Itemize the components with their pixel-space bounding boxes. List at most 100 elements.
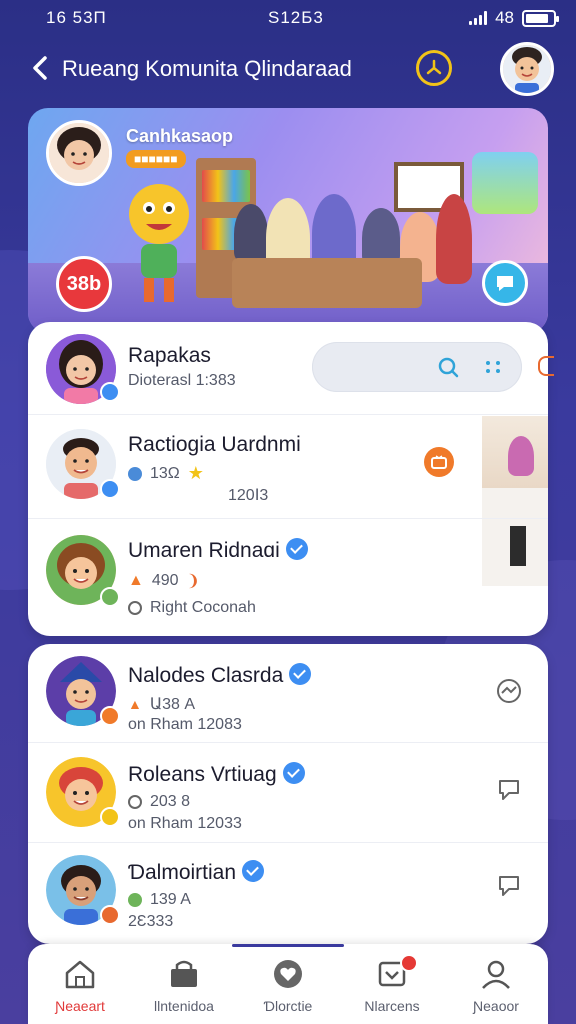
list-item[interactable]: Ractiogia Uardnmi 13Ω ★ 120Ⅰ3 xyxy=(28,414,548,518)
verified-badge-icon xyxy=(100,382,120,402)
member-meta-2: on Rham 12033 xyxy=(128,815,242,832)
signal-icon xyxy=(469,11,488,25)
clock-icon xyxy=(426,59,442,75)
clock-button[interactable] xyxy=(416,50,452,86)
nav-item-profile[interactable]: Ɲeaoor xyxy=(444,944,548,1024)
verified-icon xyxy=(242,860,265,883)
top-bar: Rueang Komunita Qlindaraad xyxy=(0,40,576,96)
tv-button[interactable] xyxy=(424,447,454,477)
member-name: Ɗalmoirtian xyxy=(128,860,265,885)
banner-sticker xyxy=(472,152,538,214)
member-name: Nalodes Clasrda xyxy=(128,663,312,688)
member-meta-text: 139 A xyxy=(150,891,191,908)
message-icon xyxy=(499,780,519,800)
message-button[interactable] xyxy=(494,871,524,901)
member-meta-text: Right Coconah xyxy=(150,599,256,616)
banner-table xyxy=(232,258,422,308)
member-meta-2: on Rham 12083 xyxy=(128,716,242,733)
status-clock: S12Б3 xyxy=(268,8,324,27)
status-bar: 16 53П S12Б3 48 xyxy=(0,0,576,36)
nav-label: Ɩlntenidoa xyxy=(154,998,214,1014)
member-meta-text: 490 xyxy=(151,572,179,589)
fire-icon: ▲ xyxy=(128,696,142,712)
star-icon: ★ xyxy=(187,463,204,483)
more-grid-icon[interactable] xyxy=(484,358,502,376)
list-item[interactable]: Nalodes Clasrda ▲ Ա38 A on Rham 12083 xyxy=(28,644,548,742)
member-meta-2: 2Ɛ333 xyxy=(128,913,174,930)
status-indicators: 48 xyxy=(469,8,559,28)
battery-percent: 48 xyxy=(495,8,514,27)
activity-button[interactable] xyxy=(494,676,524,706)
nav-label: Ɗlorctie xyxy=(263,998,313,1014)
heart-badge-icon xyxy=(274,960,302,988)
nav-item-notifications[interactable]: Nlarcens xyxy=(340,944,444,1024)
verified-icon xyxy=(282,762,305,785)
banner-count-badge: 38b xyxy=(56,256,112,312)
chevron-left-icon xyxy=(33,56,47,80)
nav-item-shop[interactable]: Ɩlntenidoa xyxy=(132,944,236,1024)
member-name: Rapakas xyxy=(128,344,211,367)
profile-icon xyxy=(482,960,510,989)
members-list-2: Nalodes Clasrda ▲ Ա38 A on Rham 12083 Ro… xyxy=(28,644,548,944)
member-name-text: Roleans Vrtiuag xyxy=(128,763,277,786)
member-meta: 13Ω ★ xyxy=(128,463,204,484)
globe-icon xyxy=(128,893,142,907)
home-icon xyxy=(65,960,95,989)
nav-item-home[interactable]: Ɲeaeart xyxy=(28,944,132,1024)
status-badge-icon xyxy=(100,807,120,827)
message-button[interactable] xyxy=(494,775,524,805)
banner-title: Canhkasaop xyxy=(126,126,234,146)
nav-label: Nlarcens xyxy=(364,998,420,1014)
nav-item-favorites[interactable]: Ɗlorctie xyxy=(236,944,340,1024)
status-time: 16 53П xyxy=(46,8,107,27)
verified-icon xyxy=(285,538,308,561)
banner-chat-button[interactable] xyxy=(482,260,528,306)
list-item[interactable]: Roleans Vrtiuag 203 8 on Rham 12033 xyxy=(28,742,548,842)
member-meta: ▲ 490 ❩ xyxy=(128,571,200,591)
edge-tag-icon xyxy=(538,356,554,376)
member-meta: ▲ Ա38 A xyxy=(128,694,195,714)
message-icon xyxy=(499,876,519,896)
activity-icon xyxy=(497,679,521,703)
member-meta-text: 13Ω xyxy=(150,464,180,482)
member-meta-2: Right Coconah xyxy=(128,599,256,617)
member-meta-text: Dioterasl 1:383 xyxy=(128,372,236,389)
banner-person xyxy=(436,194,472,284)
thumbnail-person xyxy=(508,436,534,476)
mascot-icon xyxy=(129,184,189,302)
chat-bubble-icon xyxy=(497,276,513,291)
circle-icon xyxy=(128,795,142,809)
member-name: Ractiogia Uardnmi xyxy=(128,433,301,456)
status-badge-icon xyxy=(100,706,120,726)
list-item[interactable]: Rapakas Dioterasl 1:383 xyxy=(28,322,554,414)
banner-subtitle-pill: ■■■■■■ xyxy=(126,150,186,168)
globe-icon xyxy=(128,466,142,481)
battery-icon xyxy=(522,9,559,27)
community-banner[interactable]: Canhkasaop ■■■■■■ 38b xyxy=(28,108,548,333)
verified-icon xyxy=(289,663,312,686)
profile-avatar[interactable] xyxy=(500,42,554,96)
tv-icon xyxy=(431,455,447,469)
banner-person xyxy=(234,204,268,264)
verified-badge-icon xyxy=(100,479,120,499)
circle-icon xyxy=(128,601,142,615)
member-meta: 203 8 xyxy=(128,793,190,811)
avatar-image xyxy=(503,45,551,93)
fire-icon: ▲ xyxy=(128,572,144,589)
page-title: Rueang Komunita Qlindaraad xyxy=(62,56,352,81)
member-meta-2: 120Ⅰ3 xyxy=(228,487,269,504)
nav-label: Ɲeaoor xyxy=(473,998,519,1014)
member-meta: 139 A xyxy=(128,891,191,909)
status-badge-icon xyxy=(100,905,120,925)
search-bar[interactable] xyxy=(312,342,522,392)
member-meta-text: Ա38 A xyxy=(149,696,196,713)
bottom-nav: Ɲeaeart Ɩlntenidoa Ɗlorctie Nlarcens Ɲea… xyxy=(28,944,548,1024)
member-name-text: Ɗalmoirtian xyxy=(128,861,237,884)
back-button[interactable] xyxy=(24,52,56,84)
search-icon[interactable] xyxy=(436,355,460,379)
member-meta: Dioterasl 1:383 xyxy=(128,372,236,390)
list-item[interactable]: Umaren Ridnaɑi ▲ 490 ❩ Right Coconah xyxy=(28,518,548,636)
list-item[interactable]: Ɗalmoirtian 139 A 2Ɛ333 xyxy=(28,842,548,942)
status-badge-icon xyxy=(100,587,120,607)
member-name-text: Umaren Ridnaɑi xyxy=(128,539,280,562)
